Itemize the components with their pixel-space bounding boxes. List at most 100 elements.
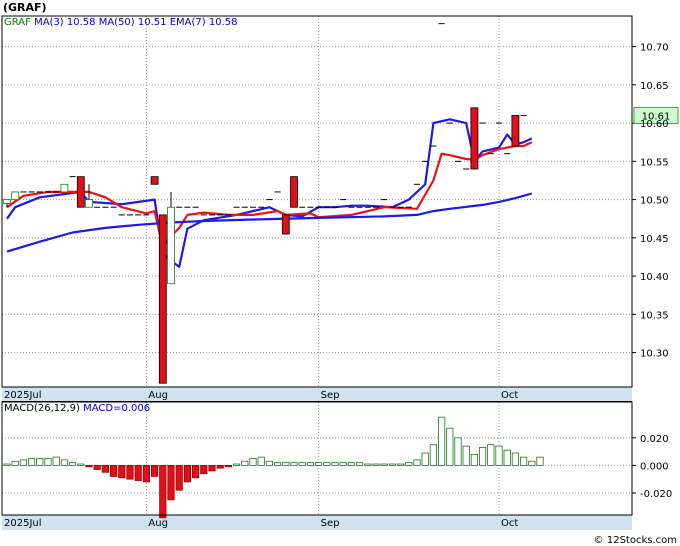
price-candles: [3, 23, 527, 384]
macd-bar: [265, 460, 274, 466]
candle-up: [85, 199, 93, 208]
candle: [150, 176, 159, 185]
macd-bar: [306, 462, 315, 466]
macd-bar: [421, 452, 429, 466]
macd-bar: [503, 449, 511, 466]
macd-bar: [134, 464, 142, 481]
macd-bar: [372, 463, 380, 466]
candle-up: [60, 183, 69, 193]
month-label: Aug: [148, 518, 168, 529]
macd-bar: [175, 464, 183, 491]
month-label: Aug: [148, 390, 168, 401]
macd-bar: [380, 463, 388, 466]
macd-bar: [429, 444, 438, 466]
price-series-lines: [6, 118, 533, 268]
macd-bar: [85, 464, 93, 468]
price-tick-label: 10.55: [640, 157, 669, 168]
candle: [60, 183, 69, 193]
macd-bar: [437, 416, 446, 466]
panel-frames: 10.61: [1, 15, 679, 516]
price-tick-label: 10.30: [640, 349, 669, 360]
macd-bar: [520, 456, 528, 466]
legend-entry: MA(3): [31, 17, 64, 28]
macd-bar: [511, 452, 520, 466]
macd-bar: [191, 464, 200, 479]
macd-bar: [388, 463, 397, 466]
candle-down: [511, 115, 520, 147]
legend-entry: 10.51: [135, 17, 167, 28]
candle: [85, 184, 93, 208]
macd-bar: [19, 459, 28, 466]
macd-params: MACD(26,12,9): [4, 403, 80, 414]
macd-bar: [200, 464, 208, 475]
macd-bar: [536, 456, 544, 466]
candle-down: [290, 176, 298, 208]
macd-bar: [183, 464, 191, 483]
month-label: Oct: [501, 518, 518, 529]
date-strip: [2, 515, 632, 530]
candle: [290, 176, 298, 208]
series-line-ma3: [6, 118, 533, 268]
macd-bar: [27, 458, 36, 466]
macd-bar: [208, 464, 216, 472]
macd-bar: [142, 464, 150, 483]
macd-bar: [470, 453, 479, 466]
macd-tick-label: -0.020: [640, 489, 672, 500]
legend-entry: 10.58: [206, 17, 238, 28]
macd-label: MACD(26,12,9) MACD=0.006: [4, 403, 150, 414]
macd-bar: [364, 463, 372, 466]
macd-bar: [110, 464, 118, 477]
month-label: Sep: [321, 518, 340, 529]
macd-bar: [93, 464, 101, 470]
price-tick-label: 10.35: [640, 310, 669, 321]
candle-down: [158, 214, 167, 384]
macd-bar: [478, 447, 487, 466]
macd-bar: [118, 464, 126, 479]
macd-bar: [101, 464, 109, 473]
macd-bar: [487, 444, 495, 466]
candle: [281, 214, 290, 235]
macd-bar: [347, 462, 356, 466]
macd-bar: [528, 460, 536, 466]
price-tick-label: 10.65: [640, 81, 669, 92]
macd-bar: [405, 462, 413, 466]
macd-bar: [413, 459, 421, 466]
price-tick-label: 10.60: [640, 119, 669, 130]
price-tick-label: 10.40: [640, 272, 669, 283]
macd-tick-label: 0.020: [640, 434, 669, 445]
legend-entry: GRAF: [4, 17, 31, 28]
price-tick-label: 10.50: [640, 196, 669, 207]
candle: [76, 176, 85, 208]
candle-down: [150, 176, 159, 185]
macd-bar: [454, 437, 462, 466]
macd-bar: [355, 462, 364, 466]
macd-bar: [446, 427, 454, 466]
legend-entry: MA(50): [96, 17, 135, 28]
macd-bar: [159, 464, 167, 519]
macd-bar: [167, 464, 175, 501]
date-strip: [2, 387, 632, 402]
macd-bar: [60, 459, 69, 466]
candle: [511, 115, 520, 147]
macd-bar: [314, 462, 323, 466]
macd-bar: [339, 462, 347, 466]
macd-bar: [69, 462, 77, 466]
macd-bar: [241, 460, 249, 466]
macd-bar: [77, 463, 85, 466]
macd-bar: [3, 463, 11, 466]
indicator-legend: GRAF MA(3) 10.58 MA(50) 10.51 EMA(7) 10.…: [4, 17, 237, 28]
macd-bars: [3, 416, 544, 519]
price-tick-label: 10.70: [640, 43, 669, 54]
price-grid: [1, 16, 636, 402]
axis-labels: 10.70 10.65 10.60 10.55 10.50 10.45 10.40 10.35…: [4, 43, 672, 529]
symbol-title: (GRAF): [3, 1, 47, 14]
candle: [11, 191, 20, 200]
macd-bar: [216, 464, 224, 469]
price-tick-label: 10.45: [640, 234, 669, 245]
macd-bar: [298, 462, 306, 466]
macd-bar: [150, 464, 159, 477]
macd-bar: [257, 456, 265, 466]
macd-tick-label: 0.000: [640, 461, 669, 472]
macd-bar: [36, 458, 44, 466]
macd-value: MACD=0.006: [80, 403, 150, 414]
